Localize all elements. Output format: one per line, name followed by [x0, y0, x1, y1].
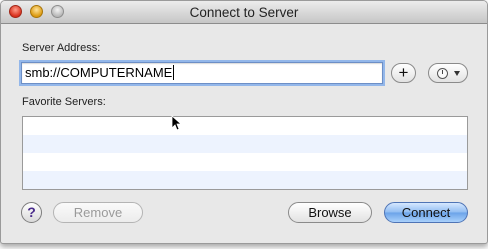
list-item[interactable] [23, 135, 467, 153]
add-to-favorites-button[interactable]: + [391, 63, 416, 83]
help-button[interactable]: ? [21, 202, 42, 223]
list-item[interactable] [23, 117, 467, 135]
server-address-label: Server Address: [22, 42, 101, 54]
mouse-pointer-icon [171, 115, 181, 131]
connect-button[interactable]: Connect [384, 202, 468, 223]
recent-servers-button[interactable] [428, 63, 468, 83]
dropdown-arrow-icon [454, 71, 460, 76]
favorite-servers-list[interactable] [22, 116, 468, 190]
window-title: Connect to Server [189, 5, 299, 20]
server-address-value: smb://COMPUTERNAME [25, 65, 173, 80]
clock-icon [437, 68, 448, 79]
browse-button[interactable]: Browse [288, 202, 372, 223]
title-bar: Connect to Server [1, 1, 487, 24]
list-item[interactable] [23, 153, 467, 171]
connect-to-server-window: Connect to Server Server Address: smb://… [0, 0, 488, 244]
text-caret [173, 65, 175, 80]
list-item[interactable] [23, 171, 467, 189]
server-address-input[interactable]: smb://COMPUTERNAME [21, 62, 383, 84]
remove-button[interactable]: Remove [53, 202, 143, 223]
favorite-servers-label: Favorite Servers: [22, 96, 106, 108]
